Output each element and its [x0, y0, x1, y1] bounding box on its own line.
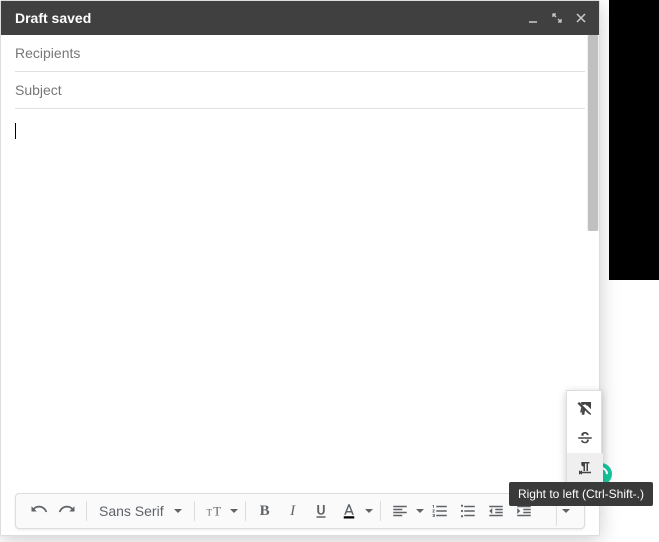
- chevron-down-icon: [416, 509, 424, 513]
- redo-icon: [58, 502, 76, 520]
- font-label: Sans Serif: [99, 503, 164, 519]
- subject-row: [15, 72, 585, 109]
- scrollbar-track[interactable]: [587, 35, 599, 231]
- underline-icon: [312, 502, 330, 520]
- recipients-input[interactable]: [15, 35, 585, 71]
- strikethrough-icon: [576, 429, 594, 447]
- font-size-button[interactable]: TT: [201, 498, 227, 524]
- align-dropdown[interactable]: [415, 509, 425, 513]
- align-button[interactable]: [387, 498, 413, 524]
- right-to-left-button[interactable]: [567, 453, 603, 483]
- fullscreen-icon: [551, 12, 563, 24]
- undo-button[interactable]: [26, 498, 52, 524]
- tooltip: Right to left (Ctrl-Shift-.): [509, 482, 653, 506]
- chevron-down-icon: [562, 509, 570, 513]
- minimize-icon: [527, 12, 539, 24]
- bulleted-list-icon: [459, 502, 477, 520]
- message-body[interactable]: [1, 109, 599, 493]
- indent-less-icon: [487, 502, 505, 520]
- remove-formatting-icon: [576, 399, 594, 417]
- toolbar-divider: [194, 501, 195, 521]
- compose-header: Draft saved: [1, 1, 599, 35]
- text-color-dropdown[interactable]: [364, 509, 374, 513]
- subject-input[interactable]: [15, 72, 585, 108]
- svg-text:T: T: [213, 505, 221, 519]
- remove-formatting-button[interactable]: [567, 393, 603, 423]
- window-controls: [523, 8, 591, 28]
- underline-button[interactable]: [308, 498, 334, 524]
- toolbar-divider: [245, 501, 246, 521]
- text-color-button[interactable]: [336, 498, 362, 524]
- compose-window: Draft saved Sans: [0, 0, 600, 536]
- formatting-popover: [566, 390, 602, 486]
- numbered-list-button[interactable]: [427, 498, 453, 524]
- chevron-down-icon: [365, 509, 373, 513]
- text-cursor: [15, 123, 16, 139]
- fullscreen-button[interactable]: [547, 8, 567, 28]
- toolbar-divider: [380, 501, 381, 521]
- italic-button[interactable]: I: [280, 498, 306, 524]
- close-button[interactable]: [571, 8, 591, 28]
- bold-button[interactable]: B: [252, 498, 278, 524]
- indent-less-button[interactable]: [483, 498, 509, 524]
- toolbar-divider: [86, 501, 87, 521]
- numbered-list-icon: [431, 502, 449, 520]
- font-size-dropdown[interactable]: [229, 509, 239, 513]
- scrollbar-thumb[interactable]: [588, 35, 598, 231]
- compose-title: Draft saved: [15, 10, 523, 26]
- undo-icon: [30, 502, 48, 520]
- bulleted-list-button[interactable]: [455, 498, 481, 524]
- font-select[interactable]: Sans Serif: [93, 503, 188, 519]
- formatting-toolbar: Sans Serif TT B I: [15, 493, 585, 529]
- close-icon: [575, 12, 587, 24]
- strikethrough-button[interactable]: [567, 423, 603, 453]
- minimize-button[interactable]: [523, 8, 543, 28]
- recipients-row: [15, 35, 585, 72]
- text-color-icon: [340, 502, 358, 520]
- rtl-icon: [576, 459, 594, 477]
- chevron-down-icon: [174, 509, 182, 513]
- align-left-icon: [391, 502, 409, 520]
- redo-button[interactable]: [54, 498, 80, 524]
- svg-text:T: T: [206, 508, 212, 518]
- chevron-down-icon: [230, 509, 238, 513]
- background-dark-panel: [609, 0, 659, 280]
- font-size-icon: TT: [205, 502, 223, 520]
